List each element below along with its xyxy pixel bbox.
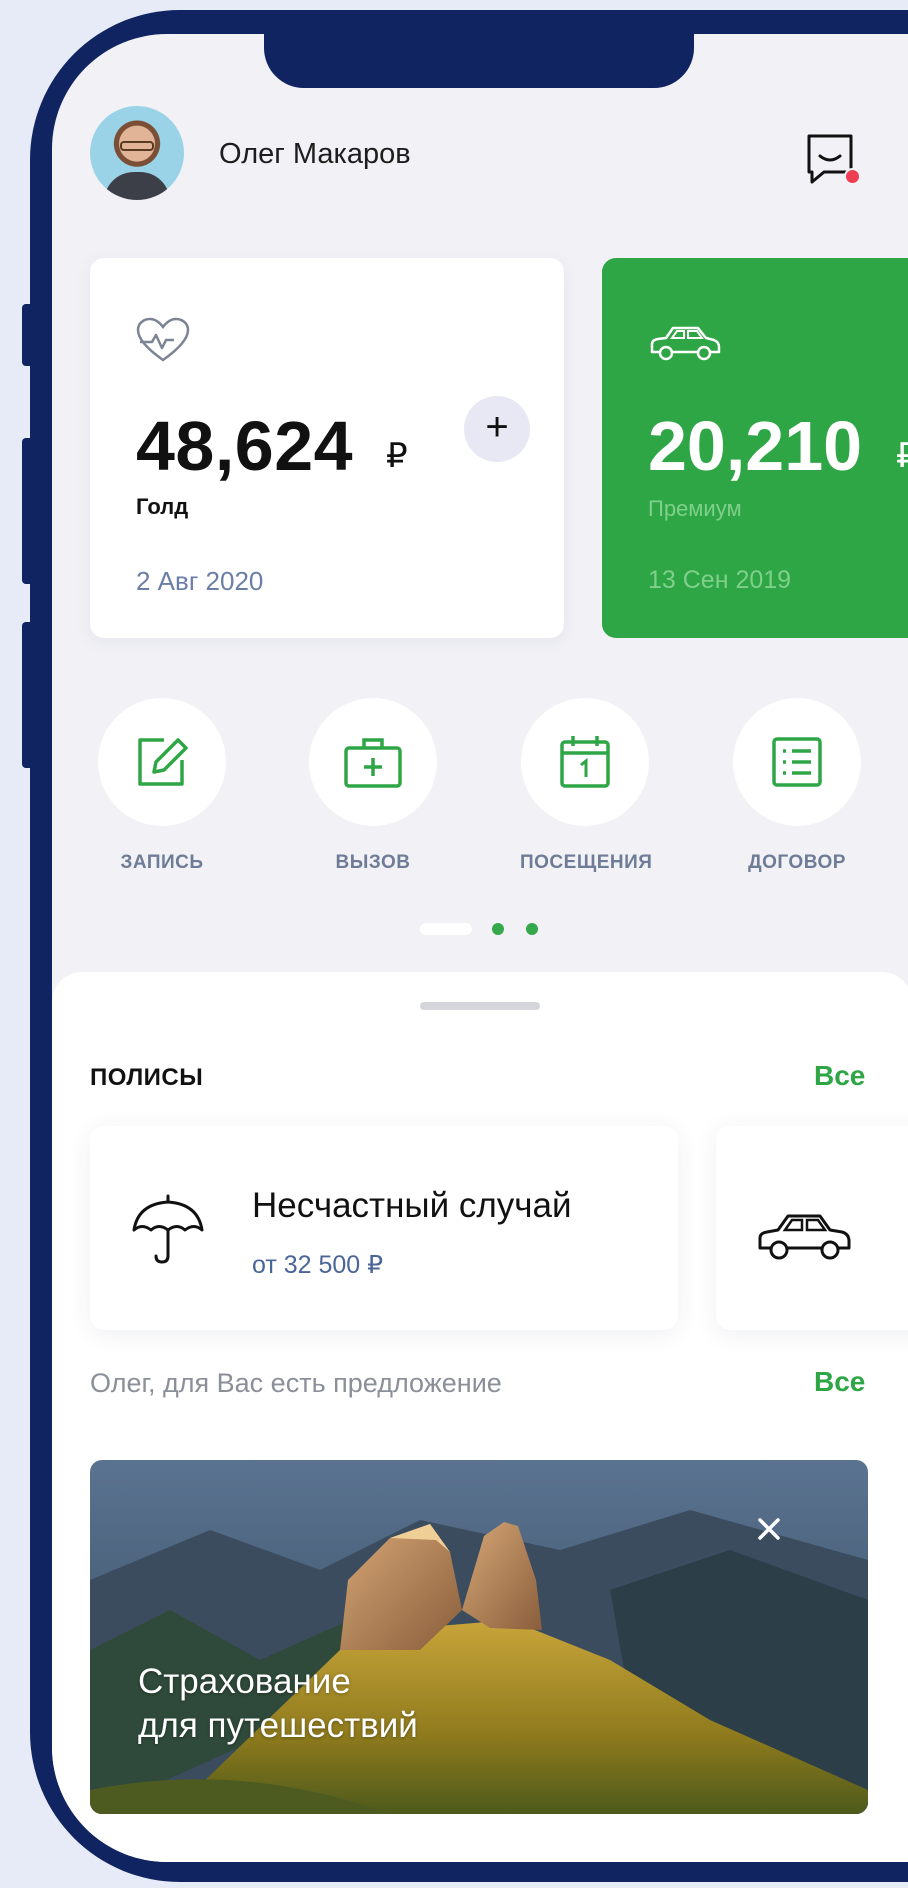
avatar[interactable] <box>90 106 184 200</box>
list-icon <box>772 737 822 787</box>
umbrella-icon <box>132 1194 204 1264</box>
medical-kit-icon <box>344 738 402 788</box>
policy-card-accident[interactable]: Несчастный случай от 32 500 ₽ <box>90 1126 678 1330</box>
page-indicator[interactable] <box>52 922 908 936</box>
plan-date: 2 Авг 2020 <box>136 566 264 596</box>
balance-amount: 20,210 <box>648 407 863 485</box>
action-label: ВЫЗОВ <box>335 852 411 873</box>
currency-symbol: ₽ <box>896 437 908 475</box>
policy-card-car[interactable] <box>716 1126 908 1330</box>
offer-title: Олег, для Вас есть предложение <box>90 1368 502 1398</box>
currency-symbol: ₽ <box>386 437 408 475</box>
avatar-glasses <box>120 141 154 151</box>
car-icon <box>758 1214 851 1260</box>
action-circle[interactable] <box>309 698 437 826</box>
notification-dot <box>844 168 861 185</box>
app-screen: Олег Макаров 48,624 ₽ Голд 2 Авг 2020 + … <box>52 34 908 1862</box>
plan-name: Премиум <box>648 496 742 521</box>
balance-amount: 48,624 <box>136 407 354 485</box>
action-appointment[interactable]: ЗАПИСЬ <box>97 698 227 874</box>
car-icon <box>650 326 721 361</box>
page-indicator-dot <box>492 923 504 935</box>
banner-title-line: для путешествий <box>138 1706 418 1745</box>
action-label: ЗАПИСЬ <box>120 852 204 873</box>
action-circle[interactable] <box>733 698 861 826</box>
action-label: ПОСЕЩЕНИЯ <box>520 852 653 873</box>
user-name: Олег Макаров <box>219 138 411 170</box>
action-contract[interactable]: ДОГОВОР <box>732 698 862 874</box>
policy-title: Несчастный случай <box>252 1186 572 1225</box>
policies-all-link[interactable]: Все <box>814 1060 865 1092</box>
sheet-handle[interactable] <box>420 1002 540 1010</box>
close-icon[interactable] <box>756 1516 782 1542</box>
edit-icon <box>138 738 188 786</box>
offers-all-link[interactable]: Все <box>814 1366 865 1398</box>
avatar-shirt <box>104 172 170 200</box>
banner-title-line: Страхование <box>138 1662 351 1701</box>
action-label: ДОГОВОР <box>748 852 846 873</box>
balance-card-gold[interactable]: 48,624 ₽ Голд 2 Авг 2020 + <box>90 258 564 638</box>
action-circle[interactable] <box>98 698 226 826</box>
bottom-sheet: ПОЛИСЫ Все Несчастный случай от 32 500 ₽… <box>52 972 908 1862</box>
balance-card-premium[interactable]: 20,210 ₽ Премиум 13 Сен 2019 <box>602 258 908 638</box>
action-visits[interactable]: ПОСЕЩЕНИЯ <box>520 698 653 874</box>
offer-banner-travel[interactable]: Страхование для путешествий <box>90 1460 868 1814</box>
banner-title: Страхование для путешествий <box>138 1660 558 1748</box>
add-button[interactable]: + <box>464 396 530 462</box>
heart-pulse-icon <box>136 317 190 362</box>
policies-title: ПОЛИСЫ <box>90 1064 204 1091</box>
plan-name: Голд <box>136 494 189 519</box>
action-circle[interactable] <box>521 698 649 826</box>
calendar-icon <box>560 736 610 788</box>
page-indicator-dot <box>526 923 538 935</box>
action-call[interactable]: ВЫЗОВ <box>308 698 438 874</box>
mountain-image <box>90 1460 868 1814</box>
policy-price: от 32 500 ₽ <box>252 1251 384 1279</box>
plan-date: 13 Сен 2019 <box>648 566 792 594</box>
phone-notch <box>264 34 694 88</box>
page-indicator-active <box>420 923 472 935</box>
